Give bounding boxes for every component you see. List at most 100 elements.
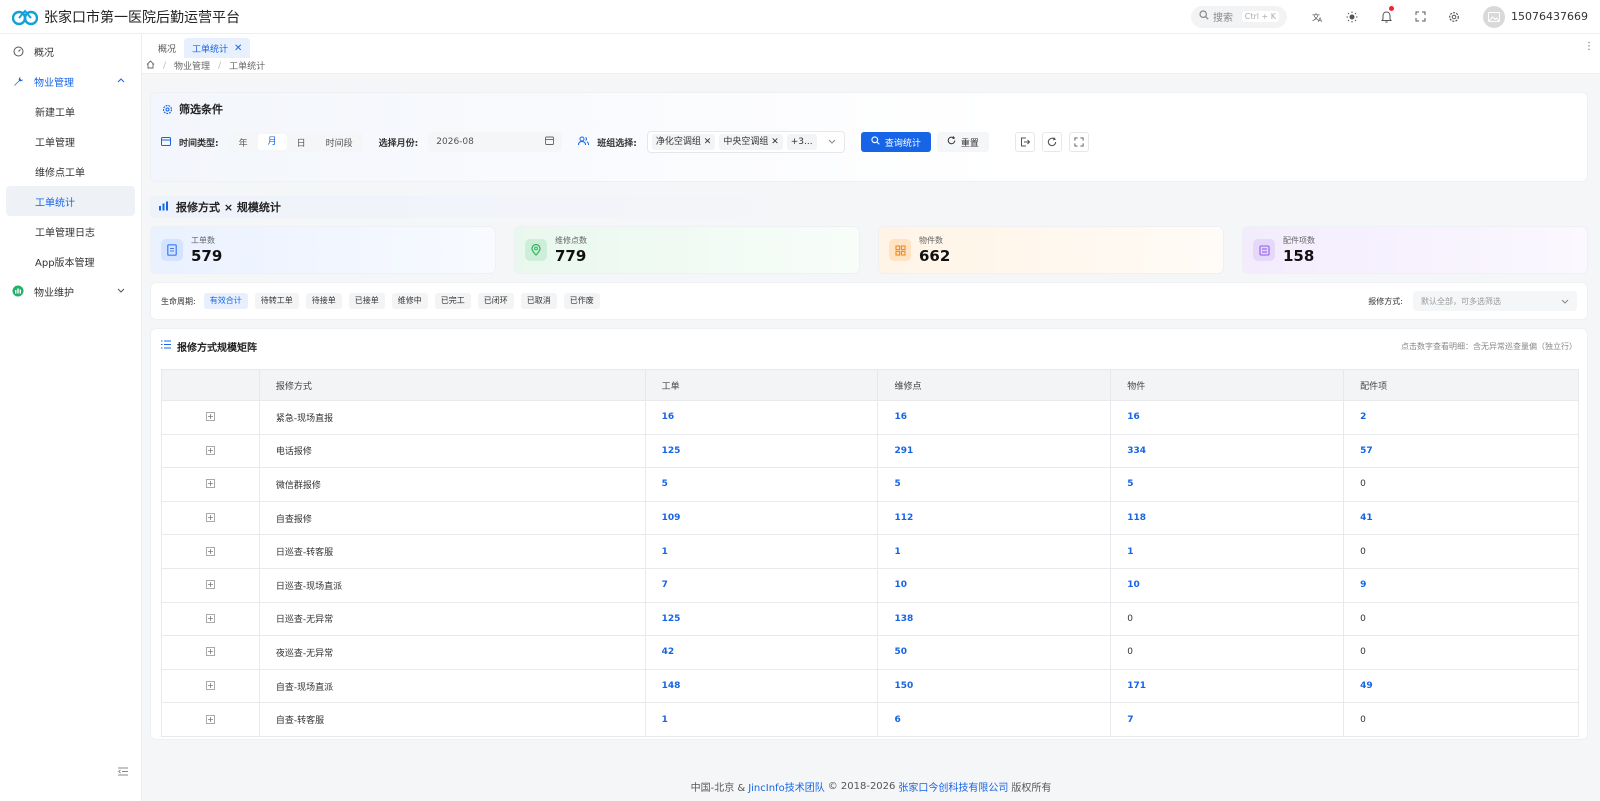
parts-count-cell[interactable]: 2	[1343, 400, 1579, 435]
sidebar-item-new-order[interactable]: 新建工单	[0, 96, 141, 126]
close-icon[interactable]: ✕	[704, 137, 712, 147]
expand-plus-icon[interactable]: +	[205, 580, 215, 590]
query-button[interactable]: 查询统计	[860, 132, 931, 152]
expand-plus-icon[interactable]: +	[205, 445, 215, 455]
chip-pending-transfer[interactable]: 待转工单	[254, 293, 299, 309]
orders-count-cell[interactable]: 148	[644, 668, 879, 704]
time-option-month[interactable]: 月	[257, 134, 287, 150]
search-box[interactable]: 搜索 Ctrl + K	[1191, 5, 1288, 28]
points-count-cell[interactable]: 50	[877, 635, 1112, 670]
sidebar-item-order-log[interactable]: 工单管理日志	[0, 216, 141, 246]
orders-count-cell[interactable]: 1	[644, 534, 879, 569]
points-count-cell[interactable]: 10	[877, 567, 1112, 603]
home-icon[interactable]	[146, 59, 155, 72]
points-count-cell[interactable]: 150	[877, 668, 1112, 704]
avatar[interactable]	[1483, 5, 1506, 28]
bell-icon[interactable]	[1369, 0, 1403, 34]
sidebar-item-order-statistics[interactable]: 工单统计	[6, 186, 135, 216]
stat-parts[interactable]: 配件项数 158	[1242, 226, 1588, 274]
expand-plus-icon[interactable]: +	[205, 681, 215, 691]
expand-plus-icon[interactable]: +	[205, 647, 215, 657]
team-link[interactable]: JincInfo技术团队	[748, 779, 825, 794]
export-icon[interactable]	[1014, 132, 1035, 152]
stat-orders[interactable]: 工单数 579	[150, 226, 496, 274]
gear-icon[interactable]	[1437, 0, 1471, 34]
expand-plus-icon[interactable]: +	[205, 412, 215, 422]
orders-count-cell[interactable]: 42	[644, 635, 879, 670]
orders-count-cell[interactable]: 16	[644, 400, 879, 435]
fullscreen-icon[interactable]	[1068, 132, 1089, 152]
items-count-cell[interactable]: 7	[1110, 702, 1345, 737]
time-option-day[interactable]: 日	[287, 136, 316, 149]
sidebar-item-property-management[interactable]: 物业管理	[0, 66, 141, 96]
grid-icon	[889, 239, 911, 261]
chip-voided[interactable]: 已作废	[563, 293, 600, 309]
stat-items[interactable]: 物件数 662	[878, 226, 1224, 274]
orders-count-cell[interactable]: 125	[644, 601, 879, 637]
chip-accepted[interactable]: 已接单	[348, 293, 385, 309]
username[interactable]: 15076437669	[1511, 10, 1588, 23]
sidebar-item-order-management[interactable]: 工单管理	[0, 126, 141, 156]
orders-count-cell[interactable]: 109	[644, 500, 879, 536]
points-count-cell[interactable]: 6	[877, 702, 1112, 737]
refresh-icon[interactable]	[1041, 132, 1062, 152]
chip-cancelled[interactable]: 已取消	[520, 293, 557, 309]
logo-area[interactable]: 张家口市第一医院后勤运营平台	[0, 7, 240, 27]
translate-icon[interactable]: 文A	[1301, 0, 1335, 34]
points-count-cell[interactable]: 291	[877, 433, 1112, 469]
chip-valid-total[interactable]: 有效合计	[203, 293, 248, 309]
expand-plus-icon[interactable]: +	[205, 714, 215, 724]
chip-closed[interactable]: 已闭环	[477, 293, 514, 309]
expand-plus-icon[interactable]: +	[205, 613, 215, 623]
time-option-range[interactable]: 时间段	[316, 136, 363, 149]
more-vertical-icon[interactable]: ⋮	[1584, 41, 1594, 52]
points-count-cell[interactable]: 5	[877, 467, 1112, 502]
parts-count-cell[interactable]: 9	[1343, 567, 1579, 603]
tab-order-statistics[interactable]: 工单统计 ✕	[184, 38, 251, 58]
orders-count-cell[interactable]: 5	[644, 467, 879, 502]
expand-plus-icon[interactable]: +	[205, 513, 215, 523]
orders-count-cell[interactable]: 7	[644, 567, 879, 603]
month-picker[interactable]: 2026-08	[428, 132, 563, 152]
orders-count-cell[interactable]: 125	[644, 433, 879, 469]
chip-pending-accept[interactable]: 待接单	[305, 293, 342, 309]
expand-plus-icon[interactable]: +	[205, 479, 215, 489]
time-option-year[interactable]: 年	[229, 136, 258, 149]
sidebar-item-property-maintenance[interactable]: 物业维护	[0, 276, 141, 306]
items-count-cell[interactable]: 16	[1110, 400, 1345, 435]
collapse-sidebar-icon[interactable]	[118, 767, 128, 779]
sidebar-item-app-version[interactable]: App版本管理	[0, 246, 141, 276]
expand-plus-icon[interactable]: +	[205, 546, 215, 556]
items-count-cell[interactable]: 334	[1110, 433, 1345, 469]
items-count-cell[interactable]: 1	[1110, 534, 1345, 569]
chip-in-repair[interactable]: 维修中	[391, 293, 428, 309]
orders-count-cell[interactable]: 1	[644, 702, 879, 737]
points-count-cell[interactable]: 112	[877, 500, 1112, 536]
team-tag-more[interactable]: +3...	[786, 134, 817, 150]
theme-sun-icon[interactable]	[1335, 0, 1369, 34]
team-multiselect[interactable]: 净化空调组 ✕ 中央空调组 ✕ +3...	[646, 131, 845, 153]
points-count-cell[interactable]: 16	[877, 400, 1112, 435]
breadcrumb-item[interactable]: 物业管理	[174, 59, 210, 72]
parts-count-cell[interactable]: 57	[1343, 433, 1579, 469]
items-count-cell[interactable]: 118	[1110, 500, 1345, 536]
points-count-cell[interactable]: 138	[877, 601, 1112, 637]
points-count-cell[interactable]: 1	[877, 534, 1112, 569]
items-count-cell[interactable]: 5	[1110, 467, 1345, 502]
sidebar-item-overview[interactable]: 概况	[0, 36, 141, 66]
sidebar-item-repair-point-orders[interactable]: 维修点工单	[0, 156, 141, 186]
method-select[interactable]: 默认全部，可多选筛选	[1413, 291, 1577, 311]
expand-cell: +	[161, 433, 260, 469]
close-icon[interactable]: ✕	[771, 137, 779, 147]
items-count-cell[interactable]: 171	[1110, 668, 1345, 704]
chip-completed[interactable]: 已完工	[434, 293, 471, 309]
stat-repair-points[interactable]: 维修点数 779	[514, 226, 860, 274]
parts-count-cell[interactable]: 41	[1343, 500, 1579, 536]
fullscreen-icon[interactable]	[1403, 0, 1437, 34]
company-link[interactable]: 张家口今创科技有限公司	[898, 779, 1008, 794]
close-icon[interactable]: ✕	[234, 43, 242, 54]
tab-overview[interactable]: 概况	[150, 38, 184, 58]
reset-button[interactable]: 重置	[936, 132, 989, 152]
items-count-cell[interactable]: 10	[1110, 567, 1345, 603]
parts-count-cell[interactable]: 49	[1343, 668, 1579, 704]
